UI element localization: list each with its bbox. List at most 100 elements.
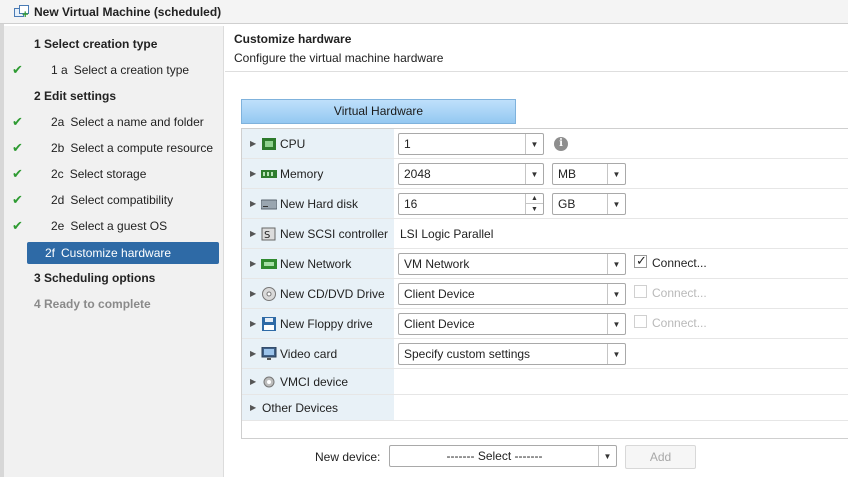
step-label: Select a guest OS — [70, 219, 168, 233]
step-code: 2b — [51, 141, 65, 155]
step-2c-select-storage[interactable]: ✔ 2c Select storage — [4, 163, 224, 185]
chevron-down-icon: ▼ — [607, 314, 625, 334]
new-device-select[interactable]: ------- Select ------- ▼ — [389, 445, 617, 467]
memory-label: Memory — [280, 166, 324, 181]
step-code: 2d — [51, 193, 65, 207]
hardware-row-cd-dvd: ▶ New CD/DVD Drive Client Device ▼ Connec… — [242, 279, 848, 309]
expand-triangle-icon[interactable]: ▶ — [250, 199, 256, 208]
expand-triangle-icon[interactable]: ▶ — [250, 377, 256, 386]
hard-disk-size-stepper[interactable]: 16 ▲ ▼ — [398, 193, 544, 215]
network-value: VM Network — [404, 257, 470, 271]
step-code: 2c — [51, 167, 64, 181]
step-label: Customize hardware — [61, 246, 172, 260]
hardware-row-cpu: ▶ CPU 1 ▼ i — [242, 129, 848, 159]
network-label: New Network — [280, 256, 352, 271]
step-2f-customize-hardware[interactable]: 2f Customize hardware — [27, 242, 219, 264]
expand-triangle-icon[interactable]: ▶ — [250, 319, 256, 328]
cpu-label: CPU — [280, 136, 306, 151]
memory-unit-select[interactable]: MB ▼ — [552, 163, 626, 185]
hardware-row-hard-disk: ▶ New Hard disk 16 ▲ ▼ GB ▼ — [242, 189, 848, 219]
new-device-label: New device: — [315, 450, 381, 464]
step-code: 2e — [51, 219, 65, 233]
cpu-count-select[interactable]: 1 ▼ — [398, 133, 544, 155]
checkmark-icon: ✔ — [12, 62, 23, 77]
network-adapter-icon — [261, 259, 277, 269]
expand-triangle-icon[interactable]: ▶ — [250, 403, 256, 412]
cd-dvd-label: New CD/DVD Drive — [280, 286, 385, 301]
memory-size-input[interactable]: 2048 ▼ — [398, 163, 544, 185]
chevron-down-icon: ▼ — [607, 344, 625, 364]
svg-text:S: S — [264, 230, 270, 241]
stepper-down-icon[interactable]: ▼ — [526, 204, 543, 214]
info-icon[interactable]: i — [554, 137, 568, 151]
hard-disk-label: New Hard disk — [280, 196, 359, 211]
step-edit-settings[interactable]: 2 Edit settings — [4, 85, 224, 107]
expand-triangle-icon[interactable]: ▶ — [250, 349, 256, 358]
cd-dvd-connect-label: Connect... — [652, 286, 707, 300]
hardware-row-other-devices: ▶ Other Devices — [242, 395, 848, 421]
header-divider — [225, 71, 848, 72]
network-select[interactable]: VM Network ▼ — [398, 253, 626, 275]
hard-disk-unit-value: GB — [558, 197, 576, 211]
scsi-controller-value: LSI Logic Parallel — [400, 227, 494, 241]
chevron-down-icon: ▼ — [607, 284, 625, 304]
expand-triangle-icon[interactable]: ▶ — [250, 289, 256, 298]
floppy-select[interactable]: Client Device ▼ — [398, 313, 626, 335]
step-2b-select-compute-resource[interactable]: ✔ 2b Select a compute resource — [4, 137, 224, 159]
wizard-sidebar: 1 Select creation type ✔ 1 a Select a crea… — [4, 26, 224, 477]
hardware-row-scsi-controller: ▶ S New SCSI controller LSI Logic Parall… — [242, 219, 848, 249]
step-2d-select-compatibility[interactable]: ✔ 2d Select compatibility — [4, 189, 224, 211]
checkmark-icon: ✔ — [12, 192, 23, 207]
hard-disk-unit-select[interactable]: GB ▼ — [552, 193, 626, 215]
cd-dvd-icon — [262, 287, 276, 301]
cd-dvd-connect-checkbox — [634, 285, 647, 298]
step-ready-to-complete: 4 Ready to complete — [4, 293, 224, 315]
cpu-icon — [262, 138, 276, 150]
checkmark-icon: ✔ — [12, 140, 23, 155]
expand-triangle-icon[interactable]: ▶ — [250, 259, 256, 268]
step-code: 1 a — [51, 63, 68, 77]
expand-triangle-icon[interactable]: ▶ — [250, 139, 256, 148]
memory-unit-value: MB — [558, 167, 576, 181]
step-label: Select a name and folder — [70, 115, 204, 129]
page-subtitle: Configure the virtual machine hardware — [234, 51, 444, 65]
window-title: New Virtual Machine (scheduled) — [34, 4, 222, 19]
step-scheduling-options[interactable]: 3 Scheduling options — [4, 267, 224, 289]
scsi-controller-icon: S — [261, 227, 276, 241]
step-1a-select-creation-type[interactable]: ✔ 1 a Select a creation type — [4, 59, 224, 81]
memory-size-value: 2048 — [404, 167, 431, 181]
stepper-up-icon[interactable]: ▲ — [526, 194, 543, 204]
checkmark-icon: ✔ — [12, 114, 23, 129]
step-select-creation-type[interactable]: 1 Select creation type — [4, 33, 224, 55]
add-device-button[interactable]: Add — [625, 445, 696, 469]
window-title-bar: + New Virtual Machine (scheduled) — [0, 0, 848, 24]
chevron-down-icon: ▼ — [607, 164, 625, 184]
tab-virtual-hardware[interactable]: Virtual Hardware — [241, 99, 516, 124]
chevron-down-icon: ▼ — [525, 134, 543, 154]
cpu-count-value: 1 — [404, 137, 411, 151]
hard-disk-size-value: 16 — [404, 197, 418, 211]
video-card-select[interactable]: Specify custom settings ▼ — [398, 343, 626, 365]
floppy-connect-checkbox — [634, 315, 647, 328]
step-label: 1 Select creation type — [34, 37, 158, 51]
floppy-label: New Floppy drive — [280, 316, 373, 331]
video-card-label: Video card — [280, 346, 338, 361]
step-2e-select-guest-os[interactable]: ✔ 2e Select a guest OS — [4, 215, 224, 237]
step-code: 2f — [45, 246, 56, 260]
hardware-row-network: ▶ New Network VM Network ▼ Connect... — [242, 249, 848, 279]
expand-triangle-icon[interactable]: ▶ — [250, 229, 256, 238]
step-label: 4 Ready to complete — [34, 297, 151, 311]
video-card-value: Specify custom settings — [404, 347, 531, 361]
step-2a-select-name-folder[interactable]: ✔ 2a Select a name and folder — [4, 111, 224, 133]
step-code: 2a — [51, 115, 65, 129]
network-connect-checkbox[interactable] — [634, 253, 647, 269]
hardware-row-vmci: ▶ VMCI device — [242, 369, 848, 395]
hardware-row-floppy: ▶ New Floppy drive Client Device ▼ Connec… — [242, 309, 848, 339]
floppy-connect-label: Connect... — [652, 316, 707, 330]
expand-triangle-icon[interactable]: ▶ — [250, 169, 256, 178]
cd-dvd-select[interactable]: Client Device ▼ — [398, 283, 626, 305]
step-label: 3 Scheduling options — [34, 271, 156, 285]
other-devices-label: Other Devices — [262, 400, 339, 415]
chevron-down-icon: ▼ — [607, 254, 625, 274]
chevron-down-icon: ▼ — [598, 446, 616, 466]
